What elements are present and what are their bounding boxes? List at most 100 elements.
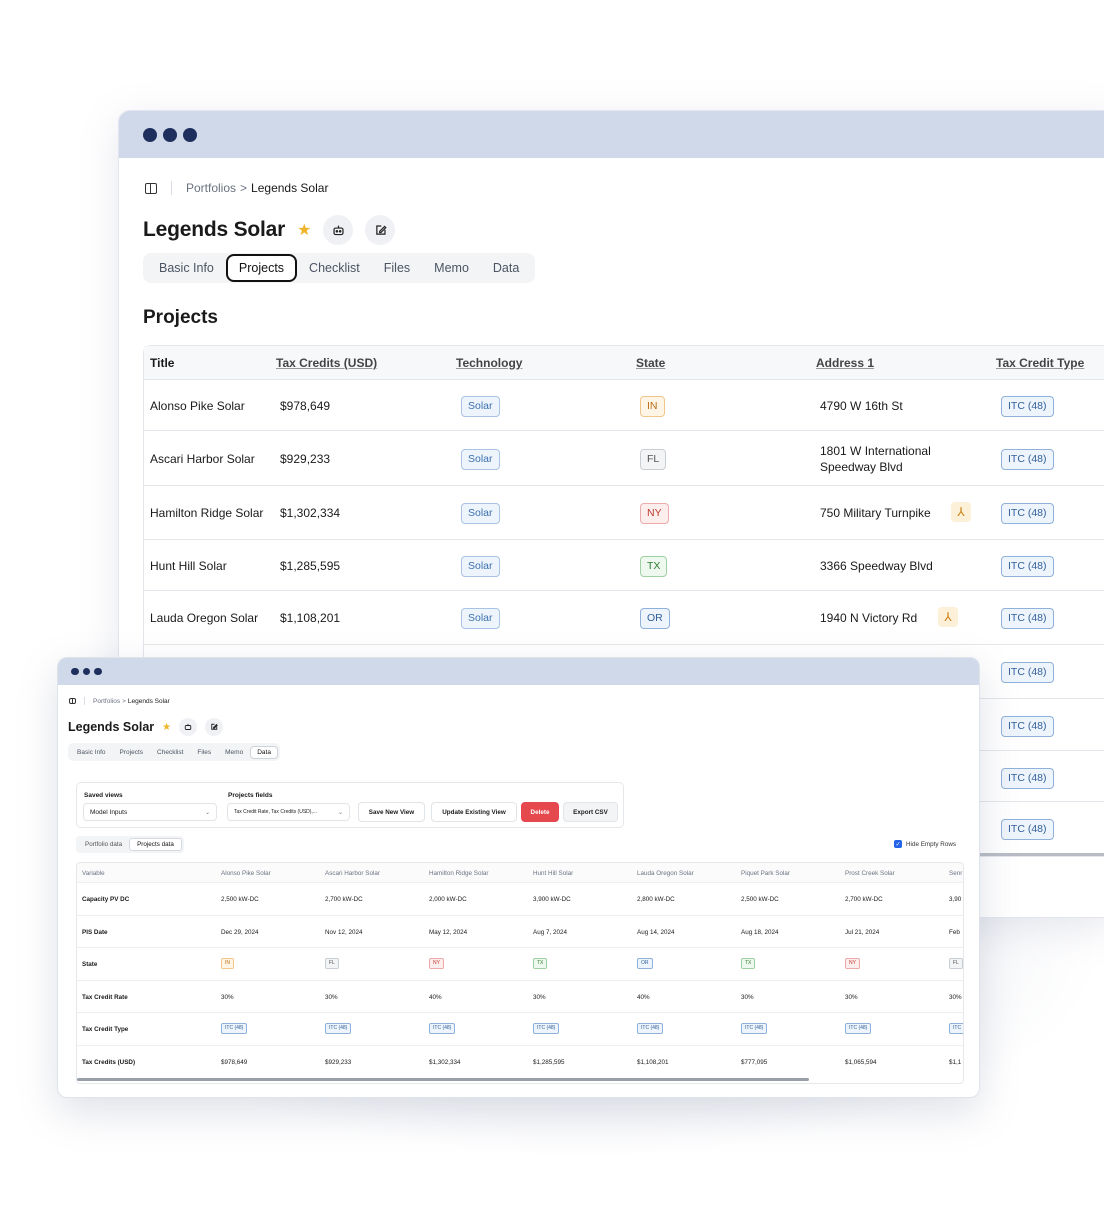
- column-header[interactable]: Hamilton Ridge Solar: [429, 870, 489, 877]
- project-title[interactable]: Alonso Pike Solar: [150, 399, 245, 413]
- window-dot[interactable]: [82, 667, 90, 676]
- hide-empty-rows-toggle[interactable]: ✓ Hide Empty Rows: [894, 840, 956, 848]
- cell-value: 2,800 kW-DC: [637, 896, 675, 903]
- project-title[interactable]: Hamilton Ridge Solar: [150, 506, 263, 520]
- panel-left-icon[interactable]: [69, 697, 76, 705]
- window-dot[interactable]: [183, 127, 197, 142]
- tab-memo[interactable]: Memo: [422, 255, 481, 281]
- tab-basic-info[interactable]: Basic Info: [70, 746, 113, 759]
- column-header-title[interactable]: Title: [150, 356, 174, 370]
- tab-checklist[interactable]: Checklist: [150, 746, 190, 759]
- export-csv-button[interactable]: Export CSV: [563, 802, 618, 822]
- table-row[interactable]: PIS Date Dec 29, 2024 Nov 12, 2024 May 1…: [77, 916, 963, 948]
- tab-files[interactable]: Files: [372, 255, 422, 281]
- star-icon[interactable]: ★: [297, 220, 311, 240]
- column-header[interactable]: Hunt Hill Solar: [533, 870, 573, 877]
- tax-credit-type-badge: ITC: [949, 1023, 963, 1034]
- state-badge: FL: [640, 449, 667, 470]
- project-title[interactable]: Hunt Hill Solar: [150, 559, 227, 573]
- tax-credits-value: $1,108,201: [280, 611, 341, 625]
- tab-memo[interactable]: Memo: [218, 746, 250, 759]
- table-row[interactable]: Capacity PV DC 2,500 kW-DC 2,700 kW-DC 2…: [77, 883, 963, 916]
- table-row[interactable]: State IN FL NY TX OR TX NY FL: [77, 948, 963, 981]
- window-dot[interactable]: [94, 667, 102, 676]
- edit-icon[interactable]: [365, 215, 396, 245]
- view-controls: Saved views Model Inputs ⌄ Projects fiel…: [76, 782, 624, 828]
- saved-views-select[interactable]: Model Inputs ⌄: [83, 803, 217, 821]
- column-header-tax-credits[interactable]: Tax Credits (USD): [276, 356, 377, 370]
- breadcrumb-root[interactable]: Portfolios: [186, 181, 236, 195]
- tax-credit-type-badge: ITC (48): [1001, 608, 1054, 629]
- tab-projects[interactable]: Projects: [113, 746, 150, 759]
- table-row[interactable]: Hunt Hill Solar $1,285,595 Solar TX 3366…: [144, 540, 1104, 591]
- tab-checklist[interactable]: Checklist: [297, 255, 372, 281]
- column-header-tax-credit-type[interactable]: Tax Credit Type: [996, 356, 1084, 370]
- column-header-technology[interactable]: Technology: [456, 356, 522, 370]
- cell-value: $1,1: [949, 1058, 962, 1066]
- window-dot[interactable]: [71, 667, 79, 676]
- window-dot[interactable]: [143, 127, 157, 142]
- robot-icon[interactable]: [179, 718, 198, 736]
- update-existing-view-button[interactable]: Update Existing View: [431, 802, 517, 822]
- tab-data[interactable]: Data: [250, 745, 278, 759]
- breadcrumb-current: Legends Solar: [127, 697, 170, 705]
- window-dot[interactable]: [163, 127, 177, 142]
- tab-basic-info[interactable]: Basic Info: [147, 255, 226, 281]
- data-subtabs: Portfolio data Projects data: [76, 836, 184, 853]
- merge-warning-icon[interactable]: ⅄: [951, 502, 971, 522]
- merge-warning-icon[interactable]: ⅄: [938, 607, 958, 627]
- table-row[interactable]: Tax Credit Type ITC (48) ITC (48) ITC (4…: [77, 1013, 963, 1046]
- project-title[interactable]: Ascari Harbor Solar: [150, 452, 255, 466]
- table-row[interactable]: Hamilton Ridge Solar $1,302,334 Solar NY…: [144, 486, 1104, 540]
- breadcrumb-root[interactable]: Portfolios: [93, 698, 120, 705]
- column-header-state[interactable]: State: [636, 356, 665, 370]
- tab-projects-data[interactable]: Projects data: [129, 838, 182, 851]
- save-new-view-button[interactable]: Save New View: [358, 802, 425, 822]
- tab-projects[interactable]: Projects: [225, 254, 298, 282]
- state-badge: IN: [221, 958, 234, 969]
- breadcrumb-current: Legends Solar: [251, 181, 329, 195]
- cell-value: 30%: [325, 993, 338, 1001]
- panel-left-icon[interactable]: [145, 182, 157, 194]
- tab-data[interactable]: Data: [481, 255, 531, 281]
- column-header-address[interactable]: Address 1: [816, 356, 874, 370]
- cell-value: 2,500 kW-DC: [741, 896, 779, 903]
- table-row[interactable]: Tax Credit Rate 30% 30% 40% 30% 40% 30% …: [77, 981, 963, 1013]
- tab-files[interactable]: Files: [190, 746, 218, 759]
- cell-value: 30%: [949, 993, 962, 1001]
- table-row[interactable]: Ascari Harbor Solar $929,233 Solar FL 18…: [144, 431, 1104, 486]
- column-header[interactable]: Lauda Oregon Solar: [637, 870, 694, 877]
- state-badge: IN: [640, 396, 665, 417]
- column-header[interactable]: Senr: [949, 870, 962, 877]
- tax-credit-type-badge: ITC (48): [221, 1023, 248, 1034]
- tax-credit-type-badge: ITC (48): [1001, 449, 1054, 470]
- technology-badge: Solar: [461, 608, 500, 629]
- column-header[interactable]: Ascari Harbor Solar: [325, 870, 380, 877]
- tab-bar: Basic Info Projects Checklist Files Memo…: [68, 743, 280, 761]
- project-title[interactable]: Lauda Oregon Solar: [150, 611, 258, 625]
- tab-bar: Basic Info Projects Checklist Files Memo…: [143, 253, 536, 283]
- column-header[interactable]: Variable: [82, 870, 105, 877]
- edit-icon[interactable]: [205, 718, 224, 736]
- column-header[interactable]: Piquet Park Solar: [741, 870, 790, 877]
- tab-portfolio-data[interactable]: Portfolio data: [78, 839, 129, 850]
- projects-fields-select[interactable]: Tax Credit Rate, Tax Credits (USD),... ⌄: [227, 803, 350, 821]
- state-badge: OR: [637, 958, 653, 969]
- column-header[interactable]: Alonso Pike Solar: [221, 870, 271, 877]
- window-titlebar: [58, 658, 979, 685]
- variable-name: PIS Date: [82, 928, 108, 936]
- star-icon[interactable]: ★: [162, 722, 171, 733]
- check-icon[interactable]: ✓: [894, 840, 902, 848]
- table-row[interactable]: Alonso Pike Solar $978,649 Solar IN 4790…: [144, 380, 1104, 431]
- projects-fields-value: Tax Credit Rate, Tax Credits (USD),...: [234, 809, 317, 815]
- delete-button[interactable]: Delete: [521, 802, 559, 822]
- table-row[interactable]: Lauda Oregon Solar $1,108,201 Solar OR 1…: [144, 591, 1104, 645]
- state-badge: OR: [640, 608, 670, 629]
- cell-value: $1,108,201: [637, 1058, 669, 1066]
- tax-credits-value: $929,233: [280, 452, 331, 466]
- horizontal-scrollbar[interactable]: [77, 1078, 809, 1081]
- table-row[interactable]: Tax Credits (USD) $978,649 $929,233 $1,3…: [77, 1046, 963, 1079]
- column-header[interactable]: Prost Creek Solar: [845, 870, 895, 877]
- tax-credit-type-badge: ITC (48): [845, 1023, 872, 1034]
- robot-icon[interactable]: [323, 215, 354, 245]
